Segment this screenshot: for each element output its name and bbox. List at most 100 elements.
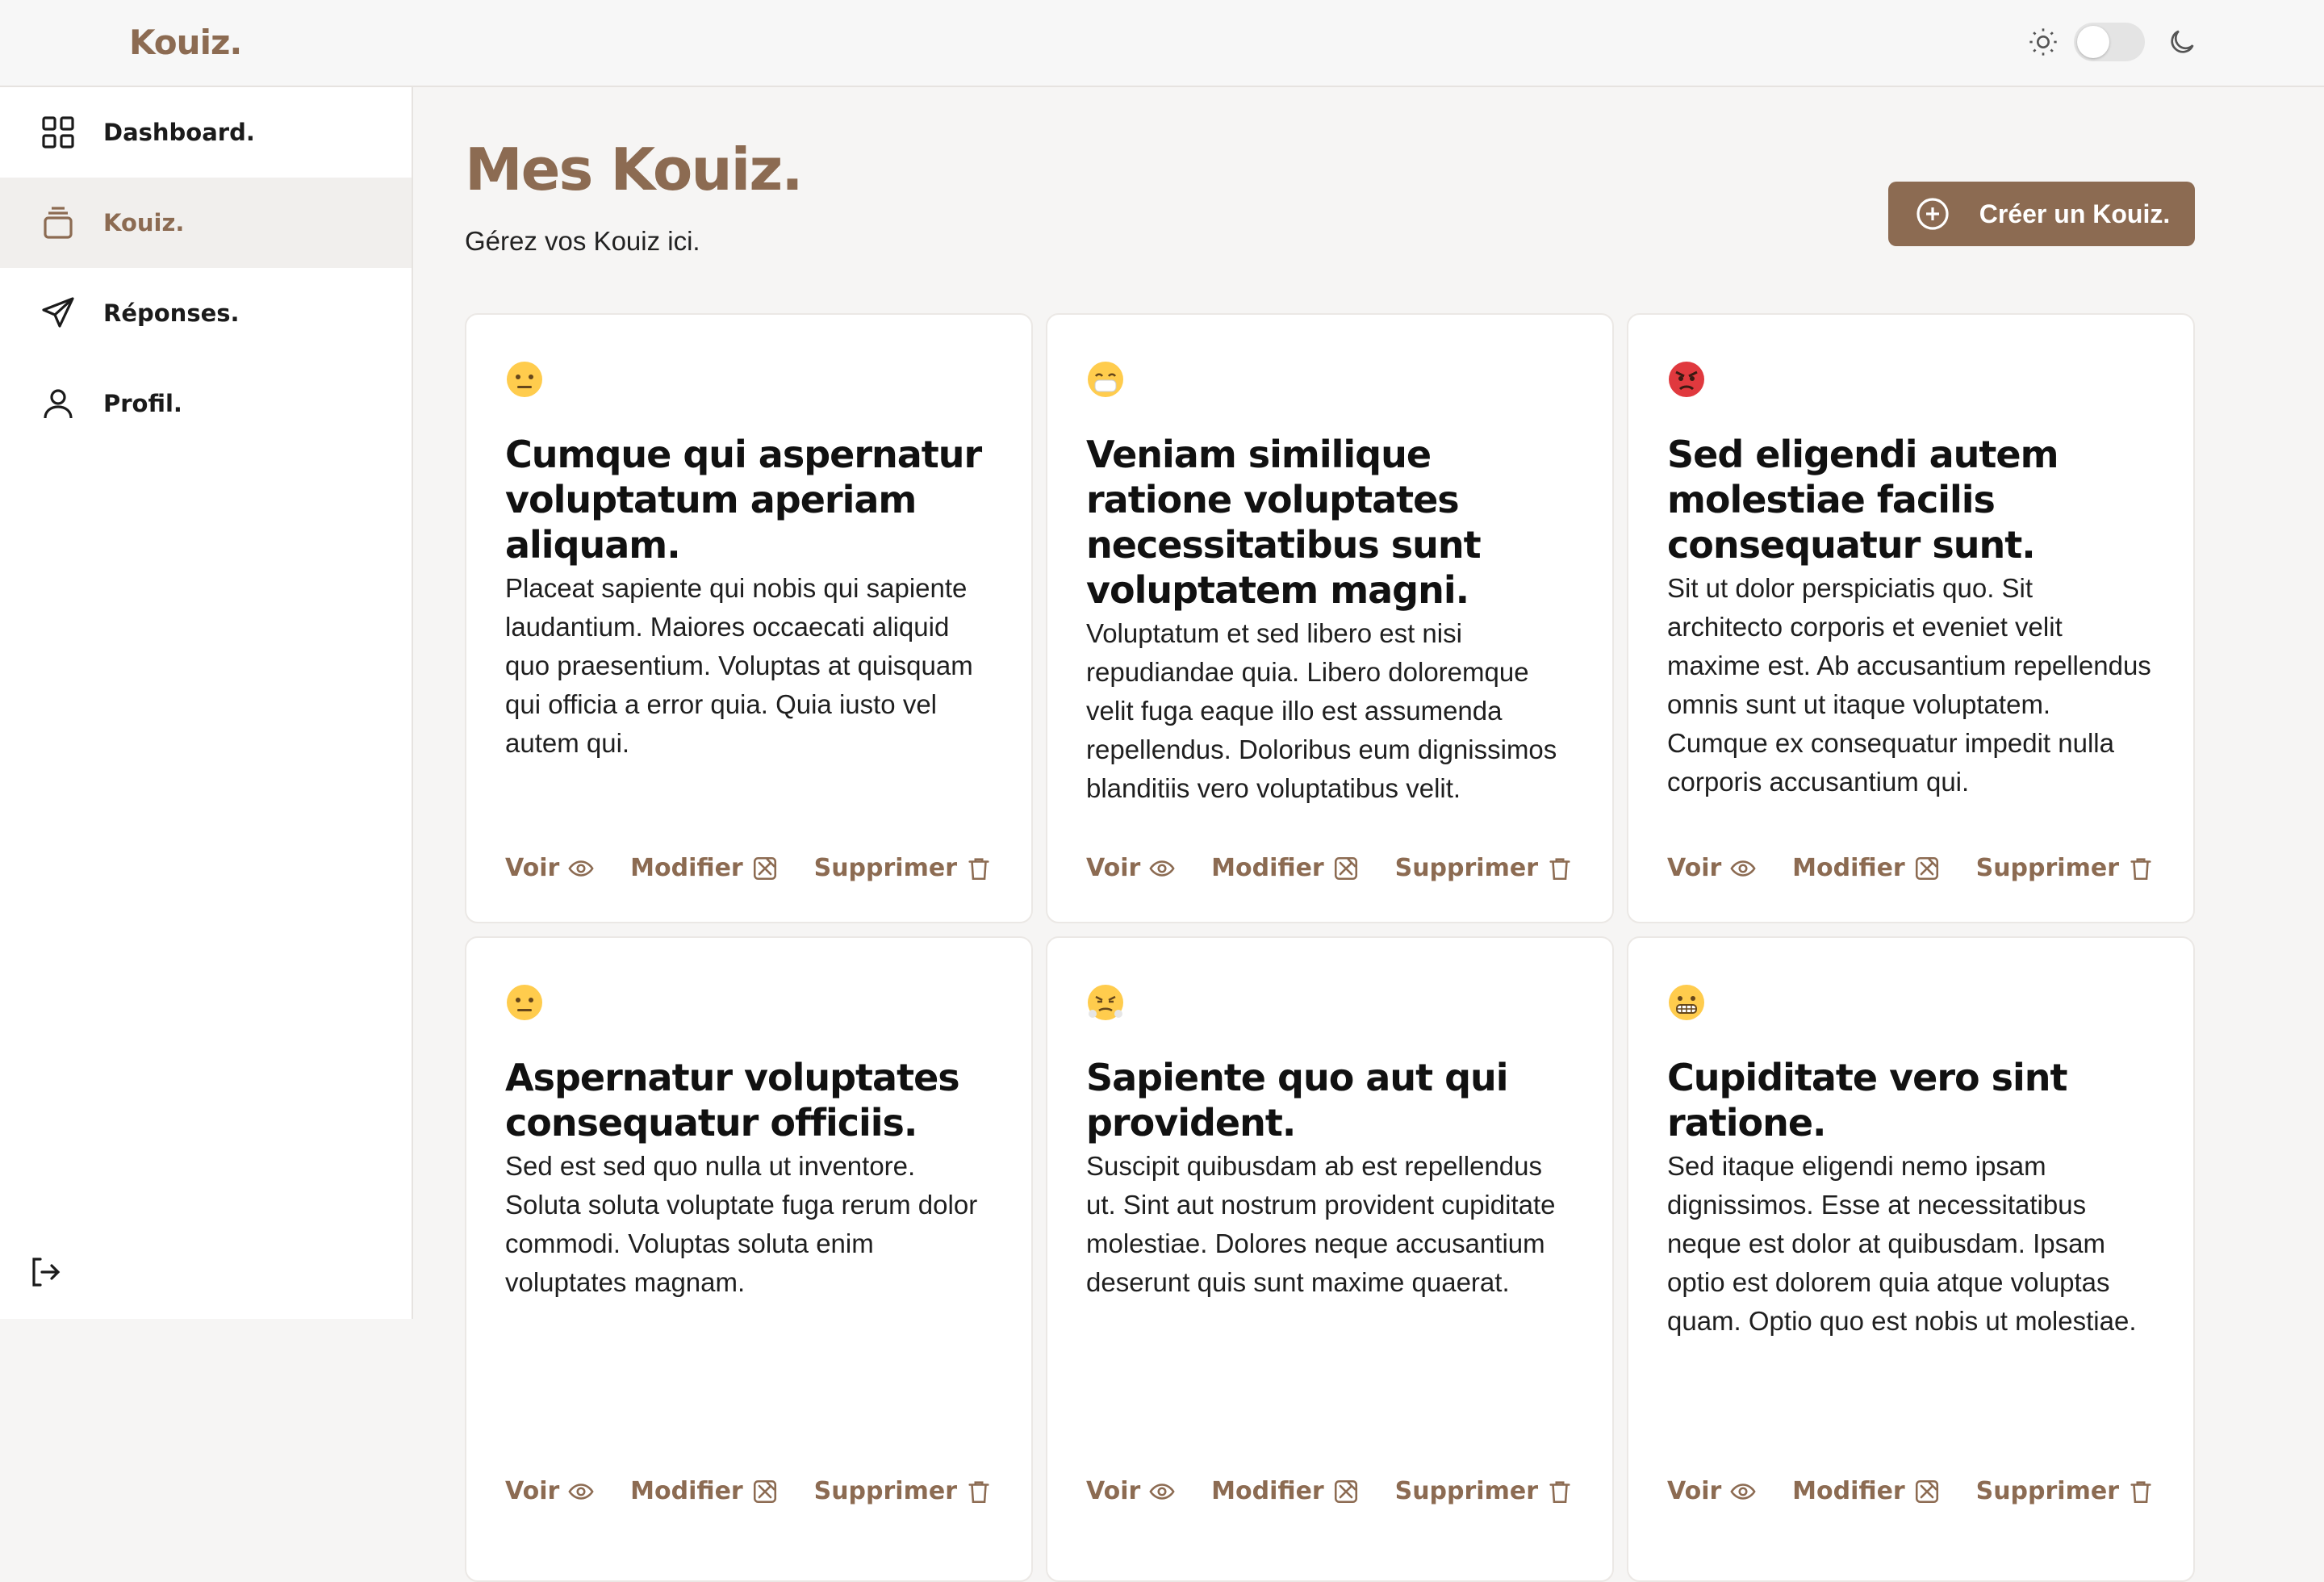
view-label: Voir bbox=[1086, 854, 1141, 882]
view-link[interactable]: Voir bbox=[1667, 1477, 1757, 1505]
sidebar-item-label: Dashboard. bbox=[103, 119, 255, 146]
delete-link[interactable]: Supprimer bbox=[1395, 854, 1574, 882]
trash-icon bbox=[2130, 1480, 2151, 1503]
card-actions: Voir Modifier Supprimer bbox=[505, 854, 993, 882]
page-title: Mes Kouiz. bbox=[465, 136, 804, 203]
edit-tools-icon bbox=[1334, 856, 1357, 880]
steam-face-emoji bbox=[1088, 985, 1123, 1020]
delete-link[interactable]: Supprimer bbox=[814, 854, 993, 882]
delete-label: Supprimer bbox=[813, 1477, 957, 1505]
card-actions: Voir Modifier Supprimer bbox=[1667, 854, 2155, 882]
card-description: Voluptatum et sed libero est nisi repudi… bbox=[1086, 618, 1557, 803]
edit-link[interactable]: Modifier bbox=[1792, 1477, 1941, 1505]
edit-tools-icon bbox=[753, 856, 776, 880]
logout-icon[interactable] bbox=[26, 1253, 65, 1291]
card-title: Sed eligendi autem molestiae facilis con… bbox=[1667, 433, 2059, 567]
sidebar-item-label: Réponses. bbox=[103, 299, 240, 327]
delete-link[interactable]: Supprimer bbox=[1395, 1477, 1574, 1505]
edit-tools-icon bbox=[1915, 856, 1938, 880]
page-subtitle: Gérez vos Kouiz ici. bbox=[465, 226, 700, 256]
delete-link[interactable]: Supprimer bbox=[1976, 1477, 2155, 1505]
card-title: Cumque qui aspernatur voluptatum aperiam… bbox=[505, 433, 982, 567]
stack-icon bbox=[44, 207, 73, 239]
eye-icon bbox=[1730, 860, 1756, 877]
card-description: Placeat sapiente qui nobis qui sapiente … bbox=[505, 573, 973, 758]
sidebar-item-reponses[interactable]: Réponses. bbox=[0, 268, 412, 358]
view-label: Voir bbox=[505, 1477, 560, 1505]
edit-label: Modifier bbox=[630, 854, 743, 882]
kouiz-card: Sed eligendi autem molestiae facilis con… bbox=[1627, 313, 2195, 923]
edit-link[interactable]: Modifier bbox=[1211, 1477, 1360, 1505]
top-bar: Kouiz. bbox=[0, 0, 2324, 87]
theme-switch[interactable] bbox=[2074, 23, 2145, 61]
create-kouiz-button[interactable]: Créer un Kouiz. bbox=[1888, 182, 2195, 246]
edit-tools-icon bbox=[1334, 1479, 1357, 1503]
eye-icon bbox=[1149, 860, 1175, 877]
eye-icon bbox=[568, 860, 594, 877]
main-content: Mes Kouiz. Gérez vos Kouiz ici. Créer un… bbox=[465, 87, 2195, 1582]
trash-icon bbox=[968, 1480, 989, 1503]
angry-face-emoji bbox=[1669, 362, 1704, 397]
sidebar-item-label: Profil. bbox=[103, 390, 182, 417]
edit-link[interactable]: Modifier bbox=[1211, 854, 1360, 882]
sidebar: Dashboard. Kouiz. Réponses. Profil. bbox=[0, 87, 413, 1319]
kouiz-card: Aspernatur voluptates consequatur offici… bbox=[465, 936, 1033, 1582]
sun-icon bbox=[2029, 28, 2057, 56]
card-actions: Voir Modifier Supprimer bbox=[1667, 1477, 2155, 1505]
eye-icon bbox=[1149, 1483, 1175, 1500]
card-actions: Voir Modifier Supprimer bbox=[505, 1477, 993, 1505]
edit-label: Modifier bbox=[1792, 1477, 1905, 1505]
kouiz-card: Sapiente quo aut qui provident. Suscipit… bbox=[1046, 936, 1614, 1582]
kouiz-card: Cupiditate vero sint ratione. Sed itaque… bbox=[1627, 936, 2195, 1582]
edit-link[interactable]: Modifier bbox=[630, 1477, 779, 1505]
card-title: Cupiditate vero sint ratione. bbox=[1667, 1056, 2068, 1145]
card-actions: Voir Modifier Supprimer bbox=[1086, 1477, 1574, 1505]
plus-circle-icon bbox=[1916, 198, 1949, 230]
edit-link[interactable]: Modifier bbox=[630, 854, 779, 882]
sidebar-item-kouiz[interactable]: Kouiz. bbox=[0, 178, 412, 268]
theme-toggle[interactable] bbox=[2027, 21, 2198, 63]
delete-label: Supprimer bbox=[1394, 854, 1538, 882]
delete-link[interactable]: Supprimer bbox=[1976, 854, 2155, 882]
delete-label: Supprimer bbox=[813, 854, 957, 882]
card-description: Sed itaque eligendi nemo ipsam dignissim… bbox=[1667, 1151, 2137, 1336]
mask-face-emoji bbox=[1088, 362, 1123, 397]
view-label: Voir bbox=[505, 854, 560, 882]
delete-link[interactable]: Supprimer bbox=[814, 1477, 993, 1505]
kouiz-card: Veniam similique ratione voluptates nece… bbox=[1046, 313, 1614, 923]
neutral-face-emoji bbox=[507, 985, 542, 1020]
delete-label: Supprimer bbox=[1975, 854, 2119, 882]
view-link[interactable]: Voir bbox=[1667, 854, 1757, 882]
card-title: Veniam similique ratione voluptates nece… bbox=[1086, 433, 1482, 612]
send-icon bbox=[42, 297, 74, 328]
edit-label: Modifier bbox=[1792, 854, 1905, 882]
card-description: Sit ut dolor perspiciatis quo. Sit archi… bbox=[1667, 573, 2151, 797]
neutral-face-emoji bbox=[507, 362, 542, 397]
edit-tools-icon bbox=[1915, 1479, 1938, 1503]
grimacing-face-emoji bbox=[1669, 985, 1704, 1020]
grid-icon bbox=[42, 116, 74, 149]
delete-label: Supprimer bbox=[1975, 1477, 2119, 1505]
edit-label: Modifier bbox=[1211, 1477, 1324, 1505]
view-link[interactable]: Voir bbox=[1086, 854, 1176, 882]
view-link[interactable]: Voir bbox=[505, 1477, 595, 1505]
card-description: Suscipit quibusdam ab est repellendus ut… bbox=[1086, 1151, 1556, 1297]
sidebar-item-dashboard[interactable]: Dashboard. bbox=[0, 87, 412, 178]
edit-link[interactable]: Modifier bbox=[1792, 854, 1941, 882]
view-label: Voir bbox=[1667, 1477, 1722, 1505]
create-kouiz-label: Créer un Kouiz. bbox=[1979, 199, 2171, 228]
kouiz-card: Cumque qui aspernatur voluptatum aperiam… bbox=[465, 313, 1033, 923]
sidebar-item-label: Kouiz. bbox=[103, 209, 185, 236]
card-title: Sapiente quo aut qui provident. bbox=[1086, 1056, 1509, 1145]
sidebar-item-profil[interactable]: Profil. bbox=[0, 358, 412, 449]
edit-tools-icon bbox=[753, 1479, 776, 1503]
user-icon bbox=[44, 389, 73, 419]
card-title: Aspernatur voluptates consequatur offici… bbox=[505, 1056, 960, 1145]
edit-label: Modifier bbox=[630, 1477, 743, 1505]
moon-icon bbox=[2171, 30, 2194, 53]
view-label: Voir bbox=[1086, 1477, 1141, 1505]
view-link[interactable]: Voir bbox=[505, 854, 595, 882]
trash-icon bbox=[1549, 1480, 1570, 1503]
app-logo[interactable]: Kouiz. bbox=[129, 23, 242, 62]
view-link[interactable]: Voir bbox=[1086, 1477, 1176, 1505]
